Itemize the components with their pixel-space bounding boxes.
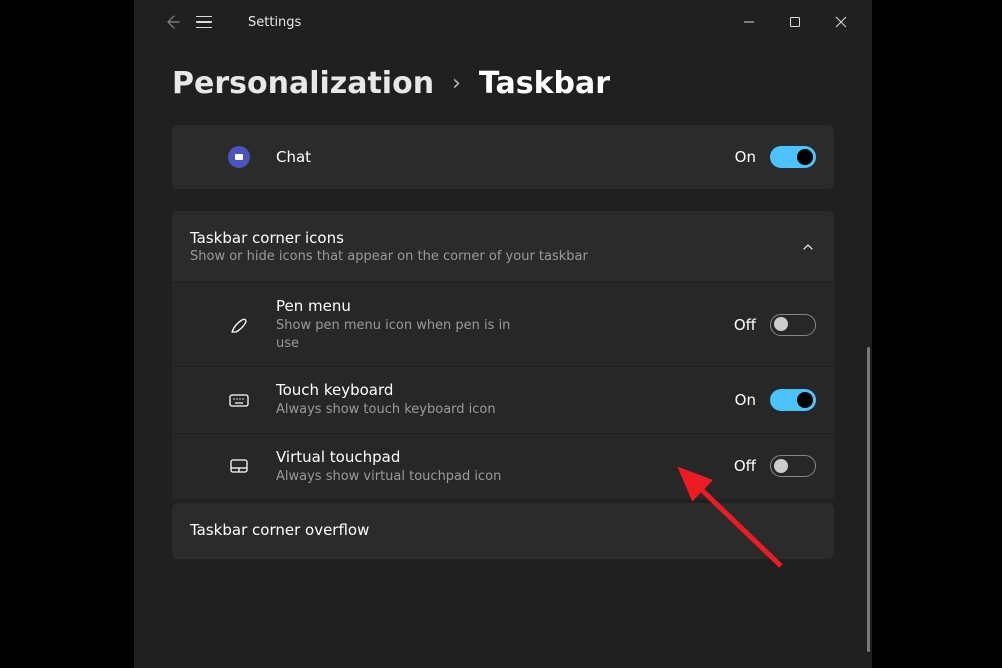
back-button[interactable] — [162, 12, 182, 32]
chat-label: Chat — [276, 148, 311, 166]
touch-keyboard-toggle[interactable] — [770, 389, 816, 411]
corner-overflow-title: Taskbar corner overflow — [190, 521, 816, 539]
touch-keyboard-toggle-label: On — [735, 391, 756, 409]
corner-overflow-card[interactable]: Taskbar corner overflow — [172, 503, 834, 559]
pen-icon — [228, 314, 250, 336]
breadcrumb-parent[interactable]: Personalization — [172, 66, 434, 101]
pen-menu-toggle-label: Off — [734, 316, 756, 334]
touch-keyboard-row[interactable]: Touch keyboard Always show touch keyboar… — [172, 366, 834, 433]
close-button[interactable] — [818, 6, 864, 38]
virtual-touchpad-toggle-group: Off — [734, 455, 816, 477]
window-controls — [726, 6, 864, 38]
scrollbar[interactable] — [867, 347, 870, 652]
chevron-up-icon — [800, 239, 816, 255]
titlebar-left: Settings — [142, 12, 301, 32]
touch-keyboard-title: Touch keyboard — [276, 381, 496, 399]
minimize-button[interactable] — [726, 6, 772, 38]
corner-icons-body: Pen menu Show pen menu icon when pen is … — [172, 282, 834, 499]
virtual-touchpad-row[interactable]: Virtual touchpad Always show virtual tou… — [172, 433, 834, 500]
corner-icons-card: Taskbar corner icons Show or hide icons … — [172, 211, 834, 499]
pen-menu-title: Pen menu — [276, 297, 536, 315]
chat-toggle-label: On — [735, 148, 756, 166]
pen-menu-row[interactable]: Pen menu Show pen menu icon when pen is … — [172, 282, 834, 366]
keyboard-icon — [228, 389, 250, 411]
pen-menu-text: Pen menu Show pen menu icon when pen is … — [276, 297, 536, 352]
content-area: Personalization › Taskbar Chat On — [134, 44, 872, 668]
touch-keyboard-text: Touch keyboard Always show touch keyboar… — [276, 381, 496, 419]
corner-icons-header-text: Taskbar corner icons Show or hide icons … — [190, 229, 588, 264]
pen-menu-toggle[interactable] — [770, 314, 816, 336]
corner-icons-header[interactable]: Taskbar corner icons Show or hide icons … — [172, 211, 834, 282]
touch-keyboard-desc: Always show touch keyboard icon — [276, 401, 496, 419]
pen-menu-toggle-group: Off — [734, 314, 816, 336]
settings-window: Settings Personalization › Taskbar — [134, 0, 872, 668]
chat-toggle-group: On — [735, 146, 816, 168]
corner-icons-title: Taskbar corner icons — [190, 229, 588, 247]
hamburger-menu-icon[interactable] — [196, 12, 216, 32]
chat-icon — [228, 146, 250, 168]
breadcrumb-separator-icon: › — [452, 71, 461, 96]
virtual-touchpad-title: Virtual touchpad — [276, 448, 501, 466]
touchpad-icon — [228, 455, 250, 477]
chat-item-row[interactable]: Chat On — [172, 125, 834, 189]
breadcrumb-current: Taskbar — [479, 66, 610, 101]
taskbar-items-card: Chat On — [172, 125, 834, 189]
maximize-button[interactable] — [772, 6, 818, 38]
virtual-touchpad-text: Virtual touchpad Always show virtual tou… — [276, 448, 501, 486]
pen-menu-desc: Show pen menu icon when pen is in use — [276, 317, 536, 352]
breadcrumb: Personalization › Taskbar — [172, 66, 834, 101]
virtual-touchpad-toggle[interactable] — [770, 455, 816, 477]
touch-keyboard-toggle-group: On — [735, 389, 816, 411]
app-title: Settings — [248, 15, 301, 30]
chat-toggle[interactable] — [770, 146, 816, 168]
virtual-touchpad-toggle-label: Off — [734, 457, 756, 475]
virtual-touchpad-desc: Always show virtual touchpad icon — [276, 468, 501, 486]
titlebar: Settings — [134, 0, 872, 44]
corner-icons-desc: Show or hide icons that appear on the co… — [190, 249, 588, 264]
